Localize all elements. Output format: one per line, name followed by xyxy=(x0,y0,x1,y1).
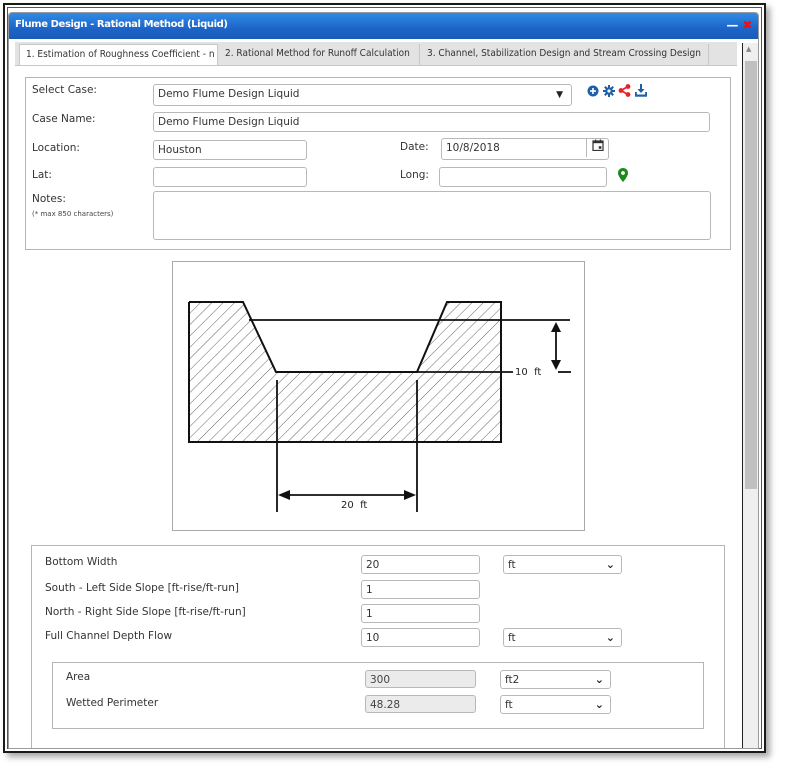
case-name-label: Case Name: xyxy=(32,113,96,125)
chevron-down-icon: ⌄ xyxy=(605,631,615,644)
chevron-down-icon: ⌄ xyxy=(594,698,604,711)
lat-label: Lat: xyxy=(32,169,52,181)
wetted-perimeter-output: 48.28 xyxy=(365,695,476,713)
select-case-dropdown[interactable]: Demo Flume Design Liquid ▼ xyxy=(153,84,572,106)
left-slope-label: South - Left Side Slope [ft-rise/ft-run] xyxy=(45,582,239,594)
left-slope-input[interactable]: 1 xyxy=(361,580,480,599)
long-input[interactable] xyxy=(439,167,607,187)
dialog-titlebar[interactable]: Flume Design - Rational Method (Liquid) … xyxy=(9,13,758,39)
notes-textarea[interactable] xyxy=(153,191,711,240)
depth-label: 10 ft xyxy=(515,367,541,378)
map-pin-icon[interactable] xyxy=(618,168,628,185)
area-unit: ft2 xyxy=(505,674,520,686)
case-info-panel: Select Case: Demo Flume Design Liquid ▼ … xyxy=(25,77,731,250)
right-slope-label: North - Right Side Slope [ft-rise/ft-run… xyxy=(45,606,246,618)
notes-hint: (* max 850 characters) xyxy=(32,210,114,218)
wetted-perimeter-label: Wetted Perimeter xyxy=(66,697,159,709)
channel-geometry-panel: Bottom Width 20 ft ⌄ South - Left Side S… xyxy=(31,545,725,748)
dialog-title: Flume Design - Rational Method (Liquid) xyxy=(15,19,228,30)
close-icon[interactable]: ✖ xyxy=(742,13,752,37)
depth-flow-unit: ft xyxy=(508,632,516,644)
depth-flow-unit-select[interactable]: ft ⌄ xyxy=(503,628,622,647)
case-name-input[interactable]: Demo Flume Design Liquid xyxy=(153,112,710,132)
add-case-icon[interactable] xyxy=(587,85,599,100)
flume-design-dialog: Flume Design - Rational Method (Liquid) … xyxy=(8,12,759,749)
right-slope-input[interactable]: 1 xyxy=(361,604,480,623)
area-output: 300 xyxy=(365,670,476,688)
tab-content: Select Case: Demo Flume Design Liquid ▼ … xyxy=(9,67,742,748)
tab-bar: 1. Estimation of Roughness Coefficient -… xyxy=(15,42,737,66)
vertical-scrollbar[interactable]: ▲ xyxy=(742,43,758,748)
location-label: Location: xyxy=(32,142,80,154)
share-icon[interactable] xyxy=(618,84,631,100)
wetted-perimeter-value: 48.28 xyxy=(370,699,401,711)
case-name-value: Demo Flume Design Liquid xyxy=(158,116,300,128)
select-case-value: Demo Flume Design Liquid xyxy=(158,88,300,100)
left-slope-value: 1 xyxy=(366,584,373,596)
channel-cross-section-diagram: 10 ft 20 ft xyxy=(172,261,585,531)
bottom-width-unit-select[interactable]: ft ⌄ xyxy=(503,555,622,574)
width-label: 20 ft xyxy=(341,500,367,511)
wetted-perimeter-unit-select[interactable]: ft ⌄ xyxy=(500,695,611,714)
depth-arrow xyxy=(551,322,561,370)
results-panel: Area 300 ft2 ⌄ Wetted Perimeter 48.28 ft… xyxy=(52,662,704,729)
area-unit-select[interactable]: ft2 ⌄ xyxy=(500,670,611,689)
minimize-icon[interactable]: — xyxy=(726,13,738,37)
scroll-up-arrow-icon[interactable]: ▲ xyxy=(746,45,751,53)
dropdown-arrow-icon: ▼ xyxy=(556,90,563,100)
calendar-icon[interactable] xyxy=(586,139,608,157)
area-value: 300 xyxy=(370,674,391,686)
download-icon[interactable] xyxy=(635,84,647,100)
depth-flow-label: Full Channel Depth Flow xyxy=(45,630,173,642)
right-slope-value: 1 xyxy=(366,608,373,620)
chevron-down-icon: ⌄ xyxy=(594,673,604,686)
bottom-width-unit: ft xyxy=(508,559,516,571)
depth-flow-input[interactable]: 10 xyxy=(361,628,480,647)
area-label: Area xyxy=(66,671,91,683)
lat-input[interactable] xyxy=(153,167,307,187)
location-value: Houston xyxy=(158,144,202,156)
date-value: 10/8/2018 xyxy=(446,142,500,154)
long-label: Long: xyxy=(400,169,429,181)
tab-roughness-coefficient[interactable]: 1. Estimation of Roughness Coefficient -… xyxy=(19,44,218,65)
bottom-width-label: Bottom Width xyxy=(45,556,118,568)
bottom-width-value: 20 xyxy=(366,559,380,571)
width-arrow xyxy=(278,490,416,500)
date-label: Date: xyxy=(400,141,429,153)
gear-icon[interactable] xyxy=(603,85,615,100)
cross-section-svg: 10 ft 20 ft xyxy=(188,301,571,512)
tab-channel-design[interactable]: 3. Channel, Stabilization Design and Str… xyxy=(421,44,709,65)
select-case-label: Select Case: xyxy=(32,84,97,96)
date-input[interactable]: 10/8/2018 xyxy=(441,138,609,160)
scroll-thumb[interactable] xyxy=(745,61,757,489)
chevron-down-icon: ⌄ xyxy=(605,558,615,571)
notes-label: Notes: xyxy=(32,193,66,205)
depth-flow-value: 10 xyxy=(366,632,380,644)
wetted-perimeter-unit: ft xyxy=(505,699,513,711)
bottom-width-input[interactable]: 20 xyxy=(361,555,480,574)
location-input[interactable]: Houston xyxy=(153,140,307,160)
tab-rational-method[interactable]: 2. Rational Method for Runoff Calculatio… xyxy=(219,44,420,65)
